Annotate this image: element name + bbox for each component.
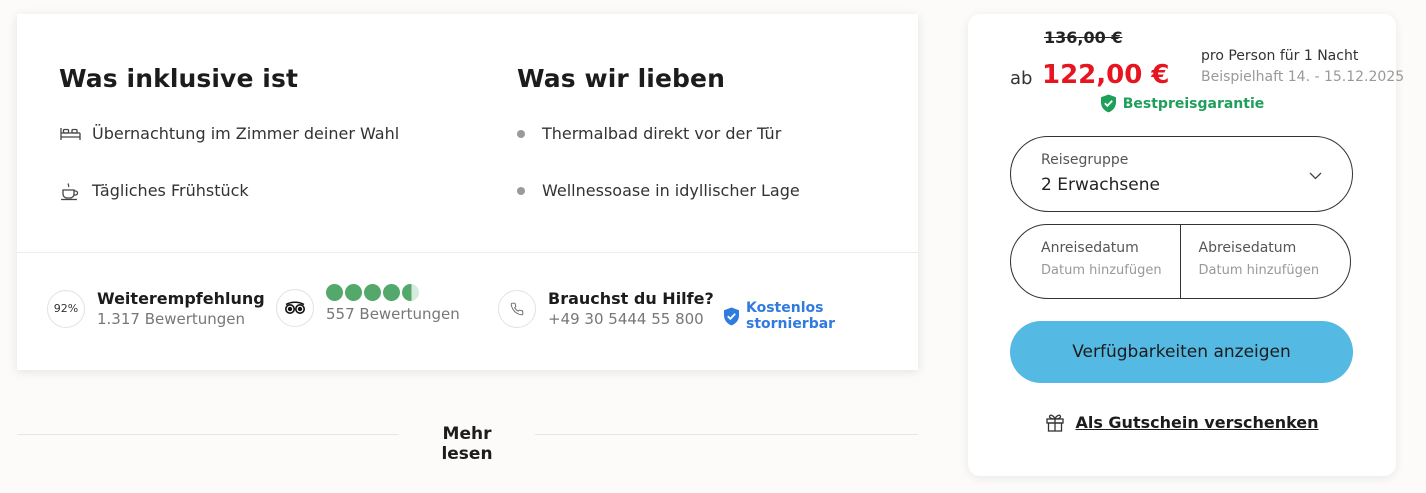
arrival-placeholder: Datum hinzufügen: [1041, 263, 1162, 278]
show-availability-button[interactable]: Verfügbarkeiten anzeigen: [1010, 321, 1353, 383]
rating-dot: [345, 283, 362, 301]
price-note-line1: pro Person für 1 Nacht: [1201, 48, 1359, 64]
price-prefix: ab: [1010, 68, 1033, 89]
stats-bar: 92% Weiterempfehlung 1.317 Bewertungen 5…: [47, 283, 897, 339]
shield-check-icon: [1100, 94, 1117, 113]
shield-check-icon: [723, 307, 740, 326]
departure-label: Abreisedatum: [1198, 240, 1297, 256]
travel-group-select[interactable]: Reisegruppe 2 Erwachsene: [1010, 136, 1353, 212]
help-stat[interactable]: Brauchst du Hilfe? +49 30 5444 55 800: [498, 289, 714, 328]
price-note: pro Person für 1 Nacht Beispielhaft 14. …: [1201, 48, 1404, 85]
help-phone[interactable]: +49 30 5444 55 800: [548, 310, 714, 328]
recommendation-title: Weiterempfehlung: [97, 289, 265, 308]
tripadvisor-owl-icon: [276, 289, 314, 327]
recommendation-badge: 92%: [47, 289, 85, 328]
recommendation-count: 1.317 Bewertungen: [97, 310, 246, 328]
included-item-label: Tägliches Frühstück: [92, 181, 249, 200]
read-more-link[interactable]: Mehr lesen: [417, 424, 517, 464]
departure-placeholder: Datum hinzufügen: [1198, 263, 1320, 278]
rating-dot: [364, 283, 381, 301]
rating-dot: [326, 283, 343, 301]
tripadvisor-rating: [326, 283, 460, 301]
bullet-dot: [517, 186, 525, 195]
read-more-row: Mehr lesen: [17, 422, 918, 464]
divider: [535, 434, 918, 435]
date-picker: Anreisedatum Datum hinzufügen Abreisedat…: [1010, 224, 1351, 299]
travel-group-label: Reisegruppe: [1041, 152, 1129, 168]
included-title: Was inklusive ist: [59, 64, 299, 93]
price-note-line2: Beispielhaft 14. - 15.12.2025: [1201, 69, 1405, 85]
arrival-label: Anreisedatum: [1041, 240, 1139, 256]
arrival-date-field[interactable]: Anreisedatum Datum hinzufügen: [1011, 225, 1181, 298]
travel-group-value: 2 Erwachsene: [1041, 175, 1160, 195]
included-section: Was inklusive ist Übernachtung im Zimmer…: [59, 64, 399, 219]
info-card: Was inklusive ist Übernachtung im Zimmer…: [17, 14, 918, 370]
divider: [17, 252, 918, 253]
love-item-label: Thermalbad direkt vor der Tür: [542, 124, 782, 143]
list-item: Thermalbad direkt vor der Tür: [517, 105, 800, 162]
phone-icon: [498, 289, 536, 328]
list-item: Wellnessoase in idyllischer Lage: [517, 162, 800, 219]
included-item-label: Übernachtung im Zimmer deiner Wahl: [92, 124, 400, 143]
bullet-dot: [517, 129, 525, 138]
gift-icon: [1045, 412, 1065, 432]
current-price: 122,00 €: [1042, 60, 1170, 90]
list-item: Übernachtung im Zimmer deiner Wahl: [59, 105, 399, 162]
chevron-down-icon: [1309, 165, 1322, 184]
tripadvisor-stat[interactable]: 557 Bewertungen: [276, 283, 460, 327]
list-item: Tägliches Frühstück: [59, 162, 399, 219]
old-price: 136,00 €: [1044, 28, 1123, 47]
rating-dot: [383, 283, 400, 301]
rating-dot-half: [402, 283, 419, 301]
free-cancellation: Kostenlos stornierbar: [723, 300, 897, 332]
best-price-label: Bestpreisgarantie: [1122, 95, 1265, 112]
booking-card: 136,00 € ab 122,00 € pro Person für 1 Na…: [968, 14, 1404, 476]
free-cancellation-label: Kostenlos stornierbar: [746, 300, 836, 332]
coffee-cup-icon: [59, 180, 81, 202]
gift-voucher-link[interactable]: Als Gutschein verschenken: [968, 412, 1396, 432]
departure-date-field[interactable]: Abreisedatum Datum hinzufügen: [1181, 225, 1351, 298]
gift-voucher-label: Als Gutschein verschenken: [1075, 412, 1319, 432]
help-title: Brauchst du Hilfe?: [548, 289, 714, 308]
love-section: Was wir lieben Thermalbad direkt vor der…: [517, 64, 800, 219]
bed-icon: [59, 123, 81, 145]
best-price-guarantee: Bestpreisgarantie: [968, 94, 1396, 113]
tripadvisor-count: 557 Bewertungen: [326, 304, 460, 323]
love-item-label: Wellnessoase in idyllischer Lage: [542, 181, 800, 200]
recommendation-stat: 92% Weiterempfehlung 1.317 Bewertungen: [47, 289, 265, 328]
divider: [17, 434, 399, 435]
love-title: Was wir lieben: [517, 64, 725, 93]
